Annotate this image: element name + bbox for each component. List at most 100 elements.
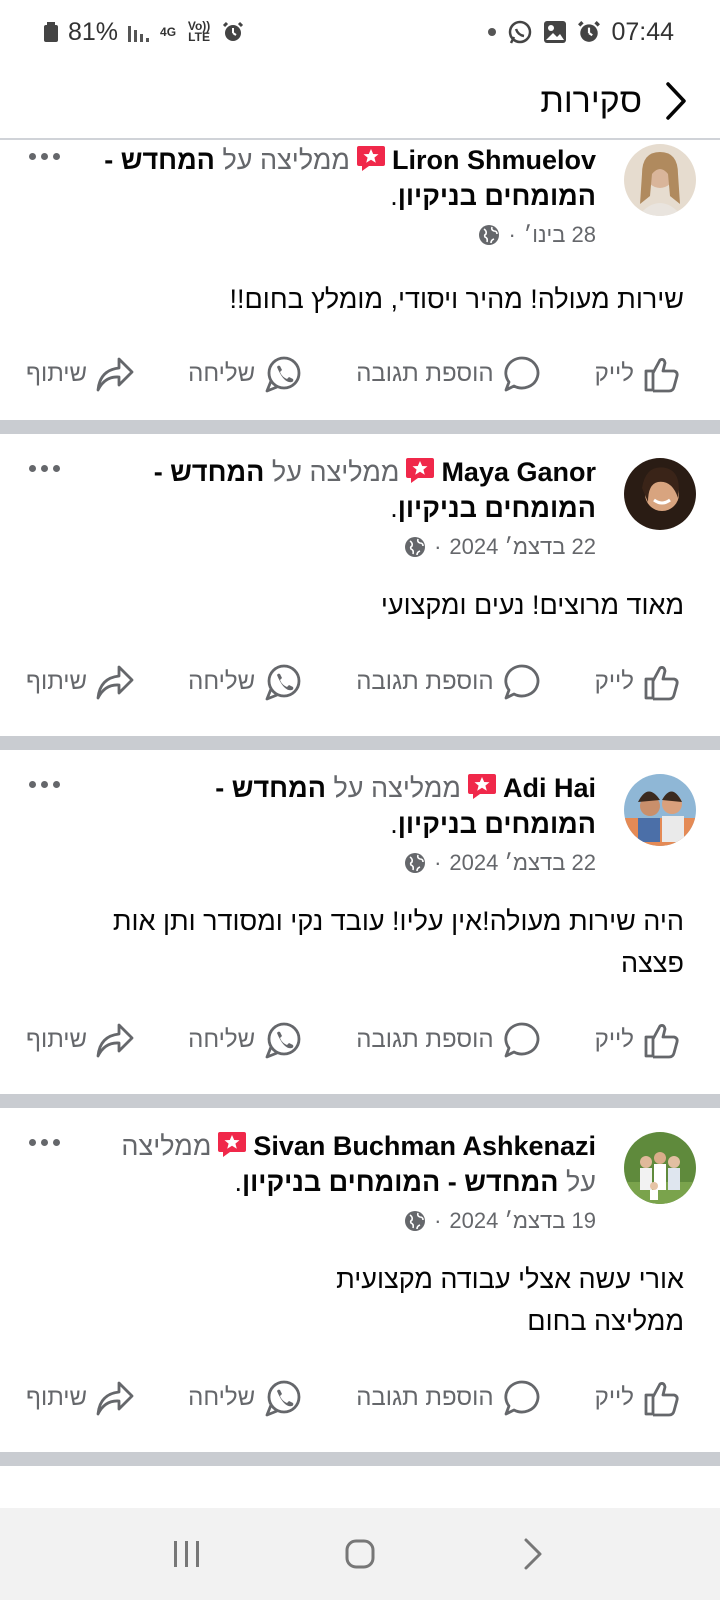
review-date[interactable]: 22 בדצמ׳ 2024 (449, 534, 596, 560)
globe-icon (405, 537, 426, 557)
review-card: Sivan Buchman Ashkenazi ממליצה על המחדש -… (0, 1108, 720, 1452)
notification-dot-icon (487, 27, 497, 37)
avatar[interactable] (624, 1132, 696, 1204)
share-label: שיתוף (26, 360, 88, 387)
review-author-line: Maya Ganor ממליצה על המחדש - (20, 454, 596, 490)
globe-icon (479, 225, 500, 245)
on-text: על (271, 457, 302, 487)
meta-separator: · (434, 1208, 442, 1233)
avatar[interactable] (624, 458, 696, 530)
gallery-notification-icon (543, 20, 567, 44)
clock: 07:44 (611, 17, 674, 46)
reviewer-name[interactable]: Liron Shmuelov (392, 145, 596, 175)
share-label: שיתוף (26, 1026, 88, 1053)
comment-button[interactable]: הוספת תגובה (356, 1378, 541, 1418)
reviews-feed[interactable]: Liron Shmuelov ממליצה על המחדש - המומחים … (0, 140, 720, 1508)
share-label: שיתוף (26, 1384, 88, 1411)
signal-icon (128, 22, 150, 42)
status-left: 81% 4G Vo)) LTE (44, 18, 244, 47)
review-date[interactable]: 22 בדצמ׳ 2024 (449, 850, 596, 876)
comment-button[interactable]: הוספת תגובה (356, 662, 541, 702)
send-button[interactable]: שליחה (188, 662, 303, 702)
comment-label: הוספת תגובה (356, 360, 494, 387)
whatsapp-icon (265, 356, 301, 393)
like-button[interactable]: לייק (595, 1020, 682, 1060)
reviewer-name[interactable]: Maya Ganor (441, 457, 596, 487)
review-date[interactable]: 19 בדצמ׳ 2024 (449, 1208, 596, 1234)
review-author-line-2: המומחים בניקיון. (390, 809, 596, 839)
page-name-part1[interactable]: המחדש - (215, 773, 326, 803)
globe-icon (405, 853, 426, 873)
divider (0, 1094, 720, 1108)
share-button[interactable]: שיתוף (26, 1020, 135, 1060)
divider (0, 1452, 720, 1466)
whatsapp-icon (265, 1380, 301, 1417)
review-text: שירות מעולה! מהיר ויסודי, מומלץ בחום!! (229, 284, 684, 314)
network-type-icon: 4G (160, 24, 177, 39)
review-actions: לייק הוספת תגובה שליחה שיתוף (0, 1010, 720, 1070)
page-name-part2[interactable]: המומחים בניקיון (398, 181, 596, 211)
review-author-line-2: המומחים בניקיון. (390, 181, 596, 211)
like-label: לייק (594, 1384, 634, 1411)
review-text: היה שירות מעולה!אין עליו! עובד נקי ומסוד… (112, 906, 684, 978)
back-button[interactable] (503, 1524, 563, 1584)
share-icon (96, 1023, 134, 1058)
recent-apps-button[interactable] (157, 1524, 217, 1584)
review-card: Liron Shmuelov ממליצה על המחדש - המומחים … (0, 140, 720, 420)
meta-separator: · (434, 850, 442, 875)
like-icon (644, 1024, 679, 1059)
more-options-icon[interactable] (20, 774, 60, 794)
send-button[interactable]: שליחה (188, 1020, 303, 1060)
whatsapp-icon (265, 664, 301, 701)
page-name-part1[interactable]: המחדש - המומחים בניקיון (242, 1167, 558, 1197)
page-name-part1[interactable]: המחדש - (104, 145, 215, 175)
avatar[interactable] (624, 774, 696, 846)
page-name-part2[interactable]: המומחים בניקיון (398, 493, 596, 523)
back-arrow-icon[interactable] (658, 81, 694, 121)
more-options-icon[interactable] (20, 146, 60, 166)
share-button[interactable]: שיתוף (26, 354, 135, 394)
share-button[interactable]: שיתוף (26, 1378, 135, 1418)
review-text: מאוד מרוצים! נעים ומקצועי (380, 590, 684, 620)
review-actions: לייק הוספת תגובה שליחה שיתוף (0, 652, 720, 712)
home-button[interactable] (330, 1524, 390, 1584)
meta-separator: · (434, 534, 442, 559)
like-button[interactable]: לייק (595, 354, 682, 394)
page-title: סקירות (540, 81, 642, 120)
review-card: Maya Ganor ממליצה על המחדש - המומחים בניק… (0, 434, 720, 736)
reviewer-name[interactable]: Adi Hai (503, 773, 596, 803)
send-label: שליחה (188, 1384, 256, 1411)
send-button[interactable]: שליחה (188, 354, 303, 394)
review-meta: 22 בדצמ׳ 2024 · (20, 534, 596, 560)
comment-icon (503, 1380, 539, 1416)
review-meta: 19 בדצמ׳ 2024 · (20, 1208, 596, 1234)
page-name-part2[interactable]: המומחים בניקיון (398, 809, 596, 839)
send-button[interactable]: שליחה (188, 1378, 303, 1418)
review-meta: 22 בדצמ׳ 2024 · (20, 850, 596, 876)
reviewer-name[interactable]: Sivan Buchman Ashkenazi (253, 1131, 596, 1161)
share-icon (96, 665, 134, 700)
battery-icon (44, 22, 58, 42)
back-nav-icon (524, 1538, 542, 1570)
battery-percent: 81% (68, 17, 119, 46)
on-text: על (222, 145, 253, 175)
divider (0, 736, 720, 750)
review-date[interactable]: 28 בינו׳ (524, 222, 596, 248)
alarm-notification-icon (577, 20, 601, 44)
like-button[interactable]: לייק (595, 1378, 682, 1418)
home-icon (345, 1539, 375, 1569)
comment-button[interactable]: הוספת תגובה (356, 354, 541, 394)
comment-button[interactable]: הוספת תגובה (356, 1020, 541, 1060)
comment-label: הוספת תגובה (356, 668, 494, 695)
like-button[interactable]: לייק (595, 662, 682, 702)
page-name-part1[interactable]: המחדש - (154, 457, 265, 487)
on-text: על (565, 1167, 596, 1197)
recommends-text: ממליצה (259, 145, 350, 175)
review-card: Adi Hai ממליצה על המחדש - המומחים בניקיון… (0, 750, 720, 1094)
more-options-icon[interactable] (20, 1132, 60, 1152)
more-options-icon[interactable] (20, 458, 60, 478)
avatar[interactable] (624, 144, 696, 216)
status-bar: 81% 4G Vo)) LTE 07:44 (0, 0, 720, 64)
review-header: Maya Ganor ממליצה על המחדש - המומחים בניק… (20, 454, 596, 560)
share-button[interactable]: שיתוף (26, 662, 135, 702)
